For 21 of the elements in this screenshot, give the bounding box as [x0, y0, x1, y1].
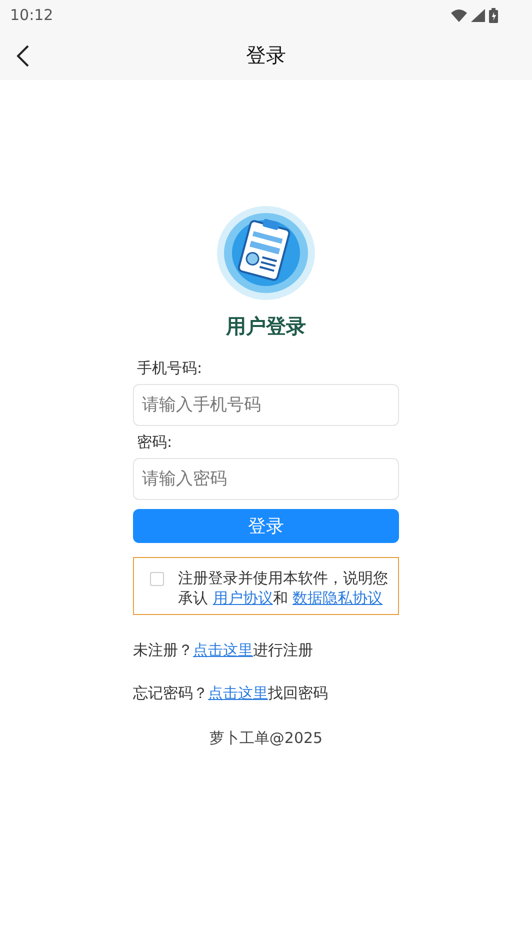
input-field[interactable]: 请输入手机号码 — [133, 384, 399, 426]
agreement-checkbox[interactable] — [150, 572, 164, 586]
click-here-link[interactable]: 点击这里 — [193, 641, 253, 659]
agreement-text: 注册登录并使用本软件，说明您承认 用户协议和 数据隐私协议 — [178, 568, 388, 608]
status-time: 10:12 — [10, 6, 54, 24]
field-label: 手机号码: — [136, 358, 204, 379]
signal-icon — [471, 8, 485, 22]
battery-icon — [489, 8, 498, 22]
copyright-text: 萝卜工单@2025 — [208, 729, 324, 748]
wifi-icon — [451, 8, 467, 22]
page-title: 登录 — [246, 42, 286, 68]
login-button[interactable]: 登录 — [133, 509, 399, 543]
input-field[interactable]: 请输入密码 — [133, 458, 399, 500]
help-text: 忘记密码？点击这里找回密码 — [133, 684, 329, 703]
field-label: 密码: — [136, 432, 174, 453]
click-here-link[interactable]: 点击这里 — [208, 684, 268, 702]
login-heading: 用户登录 — [226, 313, 306, 340]
privacy-policy-link[interactable]: 数据隐私协议 — [292, 589, 383, 607]
help-text: 未注册？点击这里进行注册 — [133, 641, 314, 660]
user-agreement-link[interactable]: 用户协议 — [212, 589, 273, 607]
clipboard-logo-icon — [216, 205, 316, 301]
